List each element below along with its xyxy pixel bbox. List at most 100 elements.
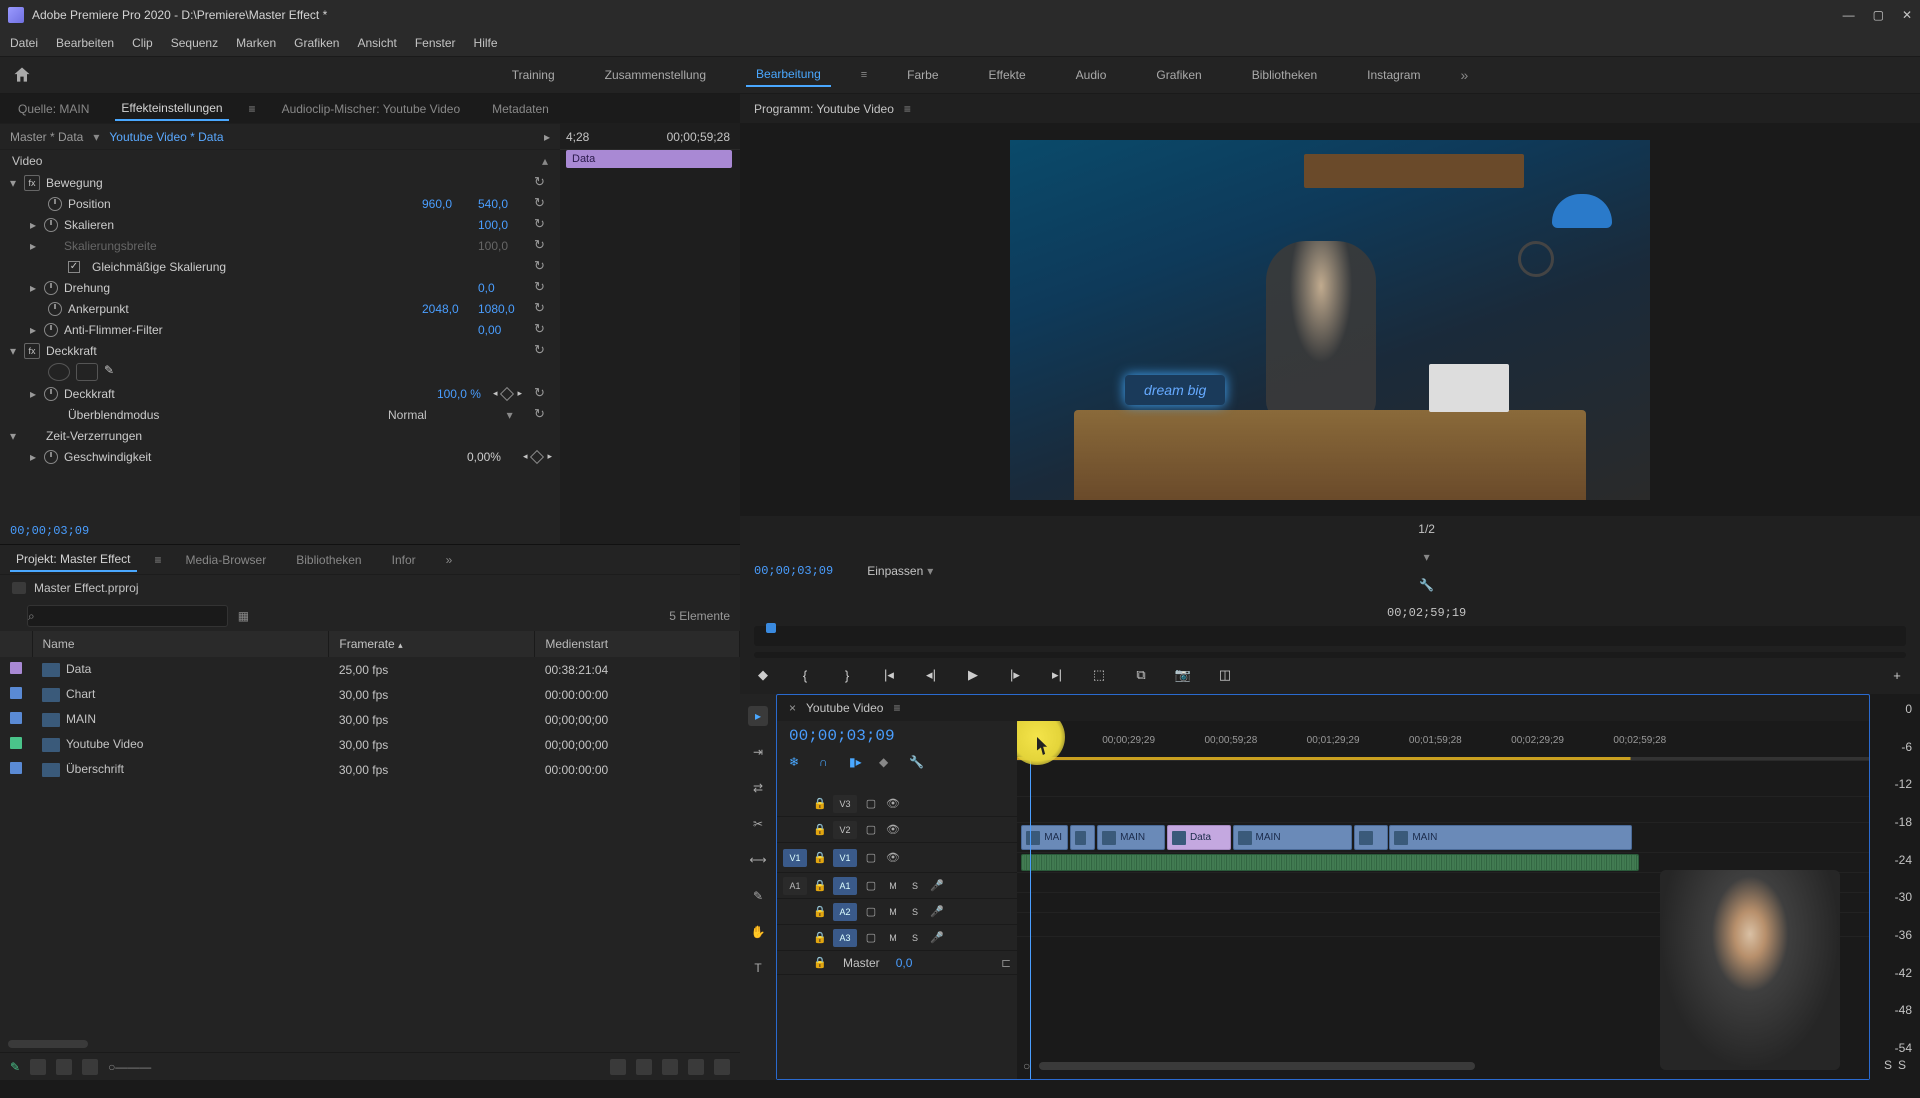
workspace-training[interactable]: Training bbox=[502, 64, 565, 86]
minimize-button[interactable]: — bbox=[1843, 8, 1855, 22]
expand-icon[interactable]: ⊏ bbox=[1001, 956, 1011, 970]
menu-fenster[interactable]: Fenster bbox=[415, 36, 456, 50]
reset-icon[interactable] bbox=[534, 385, 552, 403]
panel-menu-icon[interactable]: ≡ bbox=[893, 701, 900, 715]
position-x[interactable]: 960,0 bbox=[422, 197, 472, 211]
program-timecode[interactable]: 00;00;03;09 bbox=[754, 564, 833, 578]
voiceover-icon[interactable]: 🎤 bbox=[929, 905, 945, 918]
eye-icon[interactable]: 👁 bbox=[885, 851, 901, 864]
stopwatch-icon[interactable] bbox=[48, 302, 62, 316]
sync-lock-icon[interactable]: ▢ bbox=[863, 879, 879, 892]
snap-icon[interactable]: ❄ bbox=[789, 755, 805, 771]
timeline-hscroll[interactable] bbox=[1039, 1062, 1476, 1070]
menu-marken[interactable]: Marken bbox=[236, 36, 276, 50]
fx-badge[interactable]: fx bbox=[24, 175, 40, 191]
mute-icon[interactable]: M bbox=[885, 930, 901, 946]
menu-clip[interactable]: Clip bbox=[132, 36, 153, 50]
uniform-scale-checkbox[interactable]: ✓ bbox=[68, 261, 80, 273]
mute-icon[interactable]: M bbox=[885, 904, 901, 920]
project-row[interactable]: Data25,00 fps00:38:21:04 bbox=[0, 657, 740, 682]
tab-effect-controls[interactable]: Effekteinstellungen bbox=[115, 97, 228, 121]
master-value[interactable]: 0,0 bbox=[896, 956, 913, 970]
solo-icon[interactable]: S bbox=[907, 878, 923, 894]
out-point-icon[interactable]: } bbox=[838, 666, 856, 684]
stopwatch-icon[interactable] bbox=[44, 387, 58, 401]
razor-tool-icon[interactable]: ✂ bbox=[748, 814, 768, 834]
tab-audio-mixer[interactable]: Audioclip-Mischer: Youtube Video bbox=[276, 98, 467, 120]
expand-icon[interactable]: ▸ bbox=[28, 323, 38, 337]
stopwatch-icon[interactable] bbox=[44, 281, 58, 295]
marker-icon[interactable]: ◆ bbox=[754, 666, 772, 684]
sync-lock-icon[interactable]: ▢ bbox=[863, 931, 879, 944]
voiceover-icon[interactable]: 🎤 bbox=[929, 931, 945, 944]
lock-icon[interactable]: 🔒 bbox=[813, 905, 827, 918]
reset-icon[interactable] bbox=[534, 237, 552, 255]
wrench-icon[interactable]: 🔧 bbox=[1419, 578, 1434, 592]
workspace-zusammenstellung[interactable]: Zusammenstellung bbox=[595, 64, 716, 86]
tab-metadata[interactable]: Metadaten bbox=[486, 98, 555, 120]
icon-view-icon[interactable] bbox=[56, 1059, 72, 1075]
timeline-clip[interactable] bbox=[1354, 825, 1388, 850]
prev-keyframe-icon[interactable]: ◂ bbox=[493, 388, 498, 399]
step-back-icon[interactable]: ◂| bbox=[922, 666, 940, 684]
project-row[interactable]: Youtube Video30,00 fps00;00;00;00 bbox=[0, 732, 740, 757]
sync-lock-icon[interactable]: ▢ bbox=[863, 797, 879, 810]
flimmer-value[interactable]: 0,00 bbox=[478, 323, 528, 337]
stopwatch-icon[interactable] bbox=[44, 450, 58, 464]
timeline-clip[interactable]: MAIN bbox=[1233, 825, 1352, 850]
marker-tool-icon[interactable]: ▮▸ bbox=[849, 755, 865, 771]
compare-icon[interactable]: ◫ bbox=[1216, 666, 1234, 684]
zoom-fit[interactable]: Einpassen bbox=[867, 564, 923, 578]
reset-icon[interactable] bbox=[534, 174, 552, 192]
export-frame-icon[interactable]: 📷 bbox=[1174, 666, 1192, 684]
track-a3[interactable]: A3 bbox=[833, 929, 857, 947]
workspace-bibliotheken[interactable]: Bibliotheken bbox=[1242, 64, 1327, 86]
play-icon[interactable]: ▶ bbox=[964, 666, 982, 684]
lock-icon[interactable]: 🔒 bbox=[813, 879, 827, 892]
drehung-value[interactable]: 0,0 bbox=[478, 281, 528, 295]
type-tool-icon[interactable]: T bbox=[748, 958, 768, 978]
workspace-effekte[interactable]: Effekte bbox=[979, 64, 1036, 86]
track-row-v3[interactable] bbox=[1017, 771, 1869, 797]
expand-icon[interactable]: ▸ bbox=[28, 450, 38, 464]
footer-tool-icon[interactable] bbox=[610, 1059, 626, 1075]
lock-icon[interactable]: 🔒 bbox=[813, 956, 827, 969]
wrench-icon[interactable]: 🔧 bbox=[909, 755, 925, 771]
anker-x[interactable]: 2048,0 bbox=[422, 302, 472, 316]
resolution-select[interactable]: 1/2 bbox=[1418, 522, 1435, 536]
fx-badge[interactable]: fx bbox=[24, 343, 40, 359]
ripple-tool-icon[interactable]: ⇄ bbox=[748, 778, 768, 798]
chevron-down-icon[interactable]: ▾ bbox=[1424, 550, 1430, 564]
sync-lock-icon[interactable]: ▢ bbox=[863, 905, 879, 918]
project-row[interactable]: MAIN30,00 fps00;00;00;00 bbox=[0, 707, 740, 732]
hand-tool-icon[interactable]: ✋ bbox=[748, 922, 768, 942]
close-sequence-icon[interactable]: × bbox=[789, 701, 796, 715]
menu-sequenz[interactable]: Sequenz bbox=[171, 36, 218, 50]
timeline-clip[interactable]: MAIN bbox=[1097, 825, 1165, 850]
button-editor-icon[interactable]: + bbox=[1888, 666, 1906, 684]
workspace-farbe[interactable]: Farbe bbox=[897, 64, 948, 86]
expand-icon[interactable]: ▸ bbox=[28, 387, 38, 401]
eye-icon[interactable]: 👁 bbox=[885, 823, 901, 836]
new-bin-icon[interactable]: ▦ bbox=[238, 609, 249, 623]
expand-icon[interactable]: ▾ bbox=[8, 344, 18, 358]
project-hscroll[interactable] bbox=[8, 1040, 88, 1048]
track-row-v2[interactable] bbox=[1017, 797, 1869, 823]
rect-mask-icon[interactable] bbox=[76, 363, 98, 381]
expand-icon[interactable]: ▸ bbox=[28, 281, 38, 295]
reset-icon[interactable] bbox=[534, 342, 552, 360]
lift-icon[interactable]: ⬚ bbox=[1090, 666, 1108, 684]
blend-value[interactable]: Normal bbox=[388, 408, 427, 422]
add-keyframe-icon[interactable] bbox=[530, 449, 544, 463]
menu-datei[interactable]: Datei bbox=[10, 36, 38, 50]
slip-tool-icon[interactable]: ⟷ bbox=[748, 850, 768, 870]
source-v1[interactable]: V1 bbox=[783, 849, 807, 867]
extract-icon[interactable]: ⧉ bbox=[1132, 666, 1150, 684]
expand-icon[interactable]: ▾ bbox=[8, 429, 18, 443]
prev-keyframe-icon[interactable]: ◂ bbox=[523, 451, 528, 462]
program-monitor[interactable]: dream big bbox=[1010, 140, 1650, 500]
solo-left[interactable]: S bbox=[1884, 1058, 1892, 1072]
program-zoom-bar[interactable] bbox=[754, 652, 1906, 658]
solo-icon[interactable]: S bbox=[907, 904, 923, 920]
footer-tool-icon[interactable] bbox=[636, 1059, 652, 1075]
